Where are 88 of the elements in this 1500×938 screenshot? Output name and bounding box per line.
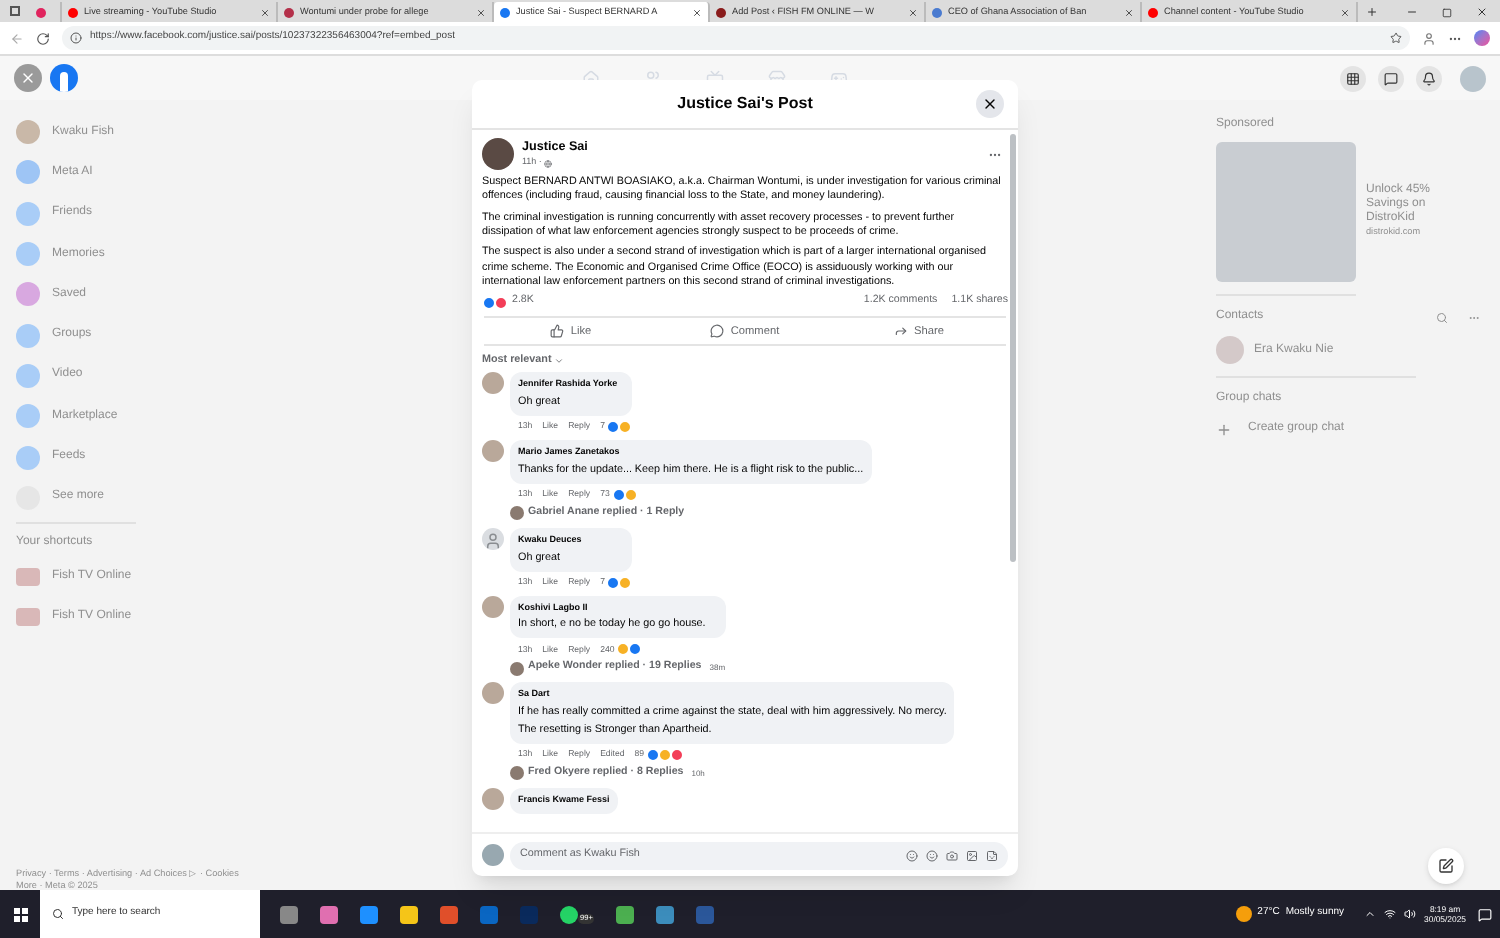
sticker-icon[interactable] xyxy=(986,849,998,861)
globe-icon xyxy=(543,159,552,168)
shortcut-thumbnail-icon xyxy=(16,608,40,627)
smiley-icon[interactable] xyxy=(906,849,918,861)
dialog-title: Justice Sai's Post xyxy=(677,92,813,116)
heart-reaction-icon xyxy=(494,295,508,310)
grid-icon xyxy=(1346,71,1360,85)
taskbar-app-icon[interactable] xyxy=(280,905,298,923)
copilot-icon[interactable] xyxy=(1474,30,1490,46)
nav-item-icon xyxy=(16,404,40,429)
taskbar-app-icon[interactable] xyxy=(400,905,418,923)
thumbs-up-reaction-icon xyxy=(606,575,621,589)
weather-icon xyxy=(1235,906,1252,922)
network-icon[interactable] xyxy=(1384,908,1397,920)
emoji-icon[interactable] xyxy=(926,849,938,861)
thumbs-up-reaction-icon xyxy=(482,295,496,310)
search-icon[interactable] xyxy=(1436,311,1448,323)
commenter-avatar[interactable] xyxy=(482,372,504,395)
close-icon xyxy=(982,96,998,112)
nav-item-icon xyxy=(16,120,40,145)
header-button[interactable] xyxy=(1378,65,1404,91)
hugging-reaction-icon xyxy=(618,575,633,589)
taskbar-app-icon[interactable] xyxy=(560,905,578,923)
taskbar-app-icon[interactable] xyxy=(616,905,635,923)
new-message-button[interactable] xyxy=(1428,848,1464,884)
taskbar-app-icon[interactable] xyxy=(320,905,338,923)
chevron-down-icon xyxy=(553,355,564,366)
speech-bubble-icon xyxy=(710,324,725,339)
plus-icon xyxy=(1216,421,1232,437)
laughing-reaction-icon xyxy=(616,642,631,657)
back-icon[interactable] xyxy=(10,31,24,45)
favorite-star-icon[interactable] xyxy=(1390,32,1402,44)
avatar-icon xyxy=(1216,336,1244,364)
user-avatar[interactable] xyxy=(482,844,504,866)
taskbar-app-icon[interactable] xyxy=(440,905,458,923)
header-button[interactable] xyxy=(1416,65,1442,91)
thumbs-up-reaction-icon xyxy=(628,642,643,657)
close-viewer-button[interactable] xyxy=(14,64,42,92)
bell-icon xyxy=(1422,71,1436,85)
thumbs-up-reaction-icon xyxy=(611,487,626,502)
laughing-reaction-icon xyxy=(658,747,673,762)
tab-actions-icon[interactable] xyxy=(10,6,20,16)
commenter-avatar[interactable] xyxy=(482,682,504,705)
facebook-logo-icon[interactable] xyxy=(50,64,78,92)
avatar-silhouette-icon[interactable] xyxy=(482,527,504,550)
close-button[interactable] xyxy=(976,90,1004,118)
reply-avatar xyxy=(510,506,524,521)
share-arrow-icon xyxy=(894,324,909,339)
taskbar-app-icon[interactable] xyxy=(656,905,675,923)
new-tab-icon[interactable] xyxy=(1366,6,1378,18)
image-icon[interactable] xyxy=(966,849,978,861)
reply-avatar xyxy=(510,766,524,781)
profile-icon[interactable] xyxy=(1422,31,1436,45)
notification-icon[interactable] xyxy=(1478,907,1492,921)
taskbar-app-icon[interactable] xyxy=(360,905,378,923)
nav-item-icon xyxy=(16,242,40,267)
nav-item-icon xyxy=(16,282,40,307)
heart-reaction-icon xyxy=(670,747,685,762)
maximize-icon[interactable] xyxy=(1442,8,1452,18)
thumbs-up-icon xyxy=(550,324,565,339)
close-icon[interactable] xyxy=(1476,6,1488,18)
nav-item-icon xyxy=(16,363,40,388)
minimize-icon[interactable] xyxy=(1406,6,1418,18)
compose-icon xyxy=(1438,858,1454,874)
scrollbar-thumb[interactable] xyxy=(1010,134,1016,562)
nav-item-icon xyxy=(16,201,40,226)
commenter-avatar[interactable] xyxy=(482,440,504,463)
commenter-avatar[interactable] xyxy=(482,787,504,810)
laughing-reaction-icon xyxy=(618,420,633,435)
thumbs-up-reaction-icon xyxy=(606,420,621,435)
commenter-avatar[interactable] xyxy=(482,595,504,617)
close-icon xyxy=(20,70,36,86)
header-button[interactable] xyxy=(1340,65,1366,91)
camera-icon[interactable] xyxy=(946,849,958,861)
tray-chevron-icon[interactable] xyxy=(1364,908,1377,920)
reply-avatar xyxy=(510,661,524,676)
volume-icon[interactable] xyxy=(1404,908,1417,920)
reload-icon[interactable] xyxy=(36,31,50,45)
nav-item-icon xyxy=(16,445,40,470)
author-avatar[interactable] xyxy=(482,138,514,171)
shortcut-thumbnail-icon xyxy=(16,568,40,587)
chat-bubble-icon xyxy=(1384,71,1398,85)
search-icon xyxy=(52,908,64,920)
thumbs-up-reaction-icon xyxy=(646,747,661,762)
nav-item-icon xyxy=(16,323,40,348)
nav-item-icon xyxy=(16,160,40,185)
info-icon xyxy=(70,32,82,44)
laughing-reaction-icon xyxy=(623,487,638,502)
